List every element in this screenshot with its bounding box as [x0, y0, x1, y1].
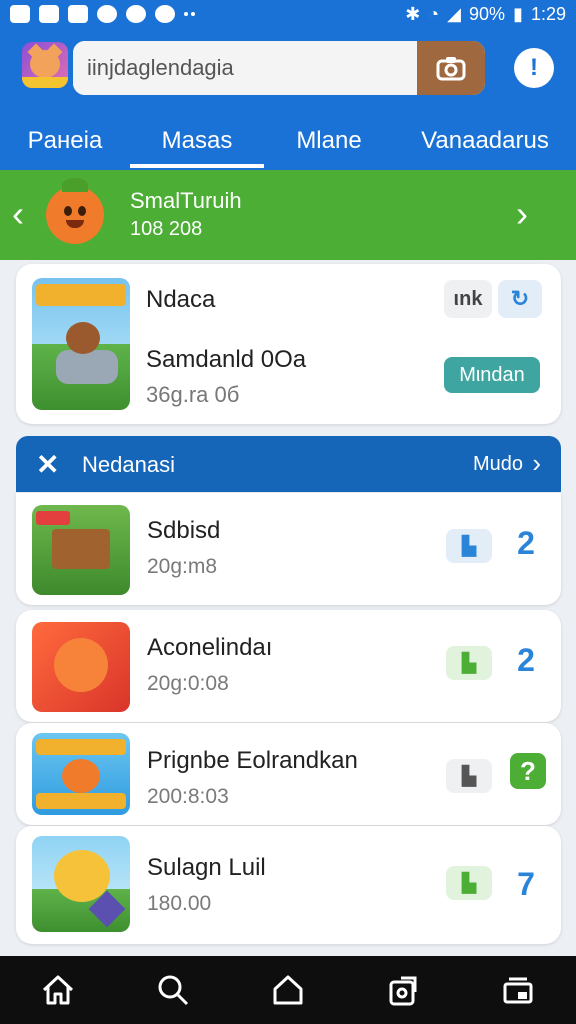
- featured-card[interactable]: Ndaca Samdanld 0Oa 36g.ra 0б ιnk ↻ Mιnda…: [16, 264, 561, 424]
- section-title: Nedanasi: [82, 452, 175, 477]
- featured-meta: 36g.ra 0б: [146, 382, 240, 407]
- battery-icon: ▮: [513, 3, 523, 24]
- nav-house[interactable]: [264, 966, 312, 1014]
- nav-share[interactable]: [379, 966, 427, 1014]
- chevron-right-icon[interactable]: ›: [532, 448, 541, 479]
- item-count: 2: [517, 641, 535, 678]
- book-icon[interactable]: ▙: [446, 646, 492, 680]
- gallery-icon: [10, 5, 30, 23]
- tab-mlane[interactable]: Mlane: [264, 112, 394, 170]
- item-thumbnail: [32, 622, 130, 712]
- book-icon[interactable]: ▙: [446, 866, 492, 900]
- info-icon: !: [530, 54, 538, 81]
- section-more-link[interactable]: Mudo: [473, 453, 523, 476]
- item-count: 2: [517, 524, 535, 561]
- list-item[interactable]: Sulagn Luil 180.00 ▙ 7: [16, 826, 561, 944]
- status-bar: ✱ ◔ ◢ 90% ▮ 1:29: [0, 0, 576, 28]
- app-header: ! Paнeia Masas Mlane Vanaadarus: [0, 28, 576, 170]
- status-left-icons: [10, 5, 200, 23]
- battery-percent: 90%: [469, 3, 506, 24]
- refresh-icon[interactable]: ↻: [498, 280, 542, 318]
- item-thumbnail: [32, 836, 130, 932]
- list-item[interactable]: Sdbisd 20g:m8 ▙ 2: [16, 493, 561, 605]
- item-thumbnail: [32, 505, 130, 595]
- camera-icon: [436, 57, 466, 81]
- featured-subtitle: Samdanld 0Oa: [146, 346, 307, 373]
- item-meta: 180.00: [147, 892, 212, 915]
- book-icon[interactable]: ▙: [446, 759, 492, 793]
- book-icon[interactable]: ▙: [446, 529, 492, 563]
- featured-action-button[interactable]: Mιndan: [444, 357, 540, 393]
- search-icon: [158, 975, 188, 1006]
- item-thumbnail: [32, 733, 130, 815]
- wifi-icon: ◔: [428, 3, 440, 24]
- tab-bar: Paнeia Masas Mlane Vanaadarus: [0, 112, 576, 170]
- camera-button[interactable]: [417, 41, 485, 95]
- list-item[interactable]: Aconelindaı 20g:0:08 ▙ 2: [16, 610, 561, 722]
- mascot-image: [46, 178, 104, 244]
- notification-icon: [68, 5, 88, 23]
- item-name: Sulagn Luil: [147, 854, 266, 881]
- app-logo[interactable]: [22, 42, 68, 88]
- window-icon: [503, 977, 533, 1004]
- nav-window[interactable]: [494, 966, 542, 1014]
- banner-title: SmalTuruih: [130, 188, 242, 213]
- item-meta: 20g:m8: [147, 555, 218, 578]
- search-input[interactable]: [73, 41, 417, 95]
- tab-label: Mlane: [296, 127, 362, 154]
- home-icon: [42, 975, 73, 1005]
- status-right: ✱ ◔ ◢ 90% ▮ 1:29: [405, 4, 566, 25]
- tab-label: Paнeia: [27, 127, 103, 154]
- bluetooth-icon: ✱: [405, 3, 421, 24]
- item-count: ?: [510, 753, 546, 789]
- more-dots-icon: [184, 5, 200, 23]
- info-button[interactable]: !: [514, 48, 554, 88]
- tab-masas[interactable]: Masas: [130, 112, 264, 170]
- back-arrow-icon[interactable]: ✕: [36, 448, 59, 481]
- nav-home[interactable]: [34, 966, 82, 1014]
- bottom-nav: [0, 956, 576, 1024]
- item-meta: 200:8:03: [147, 785, 229, 808]
- tab-label: Masas: [161, 127, 233, 154]
- tab-paneia[interactable]: Paнeia: [0, 112, 130, 170]
- item-name: Prignbe Eolrandkan: [147, 747, 358, 774]
- featured-tag[interactable]: ιnk: [444, 280, 492, 318]
- item-count: 7: [517, 865, 535, 902]
- item-name: Aconelindaı: [147, 634, 273, 661]
- section-header: ✕ Nedanasi Mudo ›: [16, 436, 561, 492]
- house-icon: [273, 975, 303, 1005]
- search-bar: [73, 41, 485, 95]
- featured-name: Ndaca: [146, 286, 216, 313]
- banner-subtitle: 108 208: [130, 218, 203, 240]
- featured-thumbnail: [32, 278, 130, 410]
- list-item[interactable]: Prignbe Eolrandkan 200:8:03 ▙ ?: [16, 723, 561, 825]
- app-icon: [39, 5, 59, 23]
- nav-search[interactable]: [149, 966, 197, 1014]
- tab-label: Vanaadarus: [421, 127, 549, 154]
- tab-vanaadarus[interactable]: Vanaadarus: [394, 112, 576, 170]
- sync-icon: [155, 5, 175, 23]
- share-icon: [389, 976, 417, 1006]
- cat-icon: [97, 5, 117, 23]
- chevron-right-icon[interactable]: ›: [516, 196, 528, 232]
- clock: 1:29: [530, 3, 566, 24]
- item-name: Sdbisd: [147, 517, 221, 544]
- item-meta: 20g:0:08: [147, 672, 229, 695]
- dot-icon: [126, 5, 146, 23]
- promo-banner[interactable]: ‹ SmalTuruih 108 208 ›: [0, 170, 576, 260]
- chevron-left-icon[interactable]: ‹: [12, 196, 24, 232]
- signal-icon: ◢: [447, 3, 462, 24]
